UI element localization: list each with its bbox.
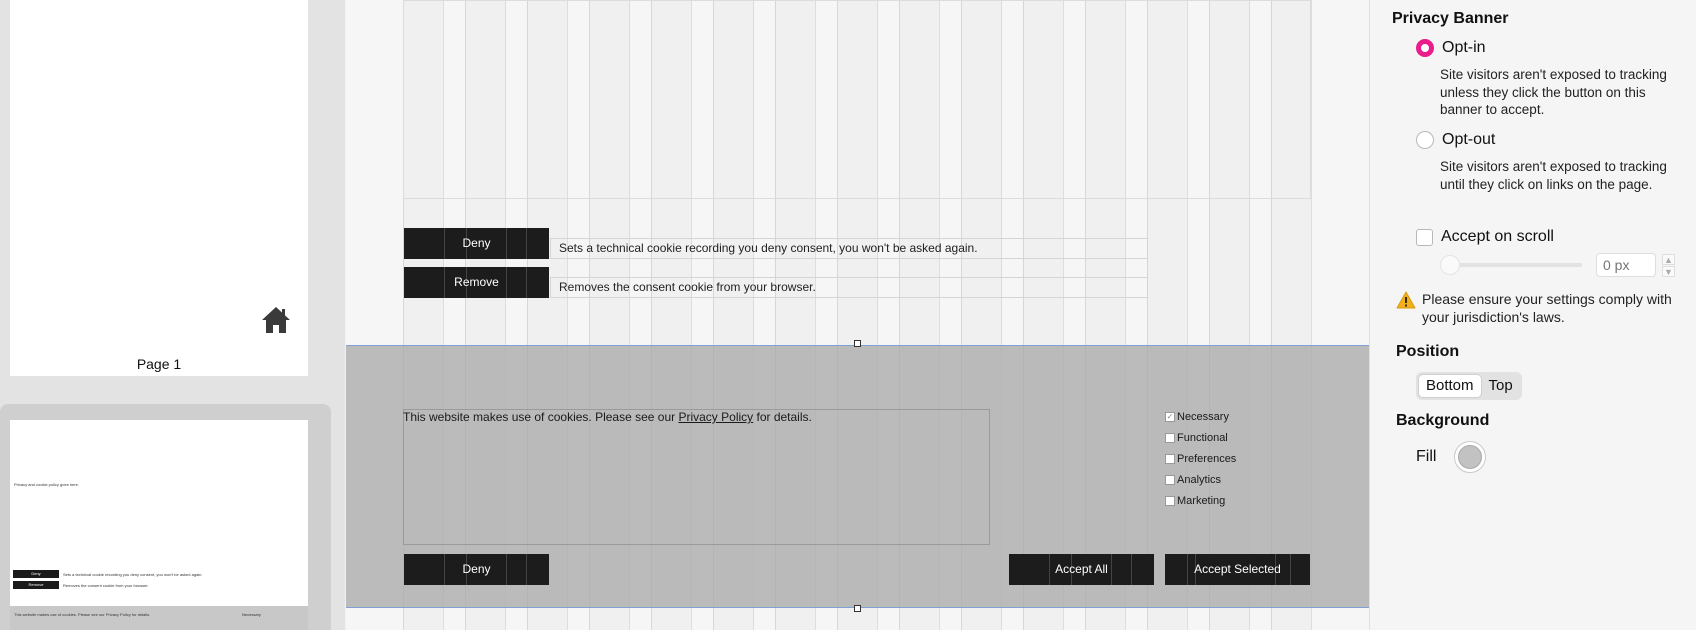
page-thumbnail-1[interactable] [10, 0, 308, 376]
mini-banner-category: Necessary [242, 612, 261, 617]
banner-text-after: for details. [753, 410, 812, 424]
privacy-policy-link[interactable]: Privacy Policy [678, 410, 753, 424]
accept-on-scroll-option[interactable]: Accept on scroll [1416, 228, 1554, 246]
scroll-distance-slider-track[interactable] [1442, 263, 1582, 267]
editor-canvas[interactable]: Deny Sets a technical cookie recording y… [346, 0, 1369, 630]
opt-out-option[interactable]: Opt-out [1416, 131, 1495, 149]
checkbox-marketing[interactable] [1165, 496, 1175, 506]
inspector-panel: Privacy Banner Opt-in Site visitors aren… [1369, 0, 1696, 630]
deny-button-label: Deny [462, 236, 491, 250]
accept-all-label: Accept All [1055, 562, 1108, 576]
opt-in-radio[interactable] [1416, 39, 1434, 57]
scroll-distance-slider-thumb[interactable] [1440, 255, 1460, 275]
accept-selected-button[interactable]: Accept Selected [1165, 554, 1310, 585]
checkbox-preferences[interactable] [1165, 454, 1175, 464]
deny-button[interactable]: Deny [404, 228, 549, 259]
category-functional[interactable]: Functional [1165, 430, 1228, 446]
category-label: Analytics [1177, 474, 1222, 486]
content-area[interactable] [403, 0, 1311, 199]
page-1-label: Page 1 [136, 356, 182, 372]
accept-selected-label: Accept Selected [1194, 562, 1281, 576]
stepper-down-icon[interactable]: ▼ [1662, 266, 1675, 277]
category-marketing[interactable]: Marketing [1165, 493, 1225, 509]
position-segmented-control[interactable]: Bottom Top [1416, 372, 1522, 400]
position-bottom-button[interactable]: Bottom [1418, 374, 1482, 398]
opt-in-option[interactable]: Opt-in [1416, 39, 1486, 57]
opt-out-label: Opt-out [1442, 131, 1496, 148]
opt-in-label: Opt-in [1442, 39, 1486, 56]
scroll-distance-input[interactable] [1596, 253, 1656, 277]
page-thumbnail-2[interactable]: Privacy and cookie policy goes here. Den… [10, 420, 308, 630]
mini-remove-button: Remove [13, 581, 59, 589]
privacy-banner-heading: Privacy Banner [1392, 10, 1509, 27]
category-analytics[interactable]: Analytics [1165, 472, 1221, 488]
category-preferences[interactable]: Preferences [1165, 451, 1236, 467]
category-label: Functional [1177, 432, 1228, 444]
warning-icon [1396, 291, 1416, 309]
checkbox-analytics[interactable] [1165, 475, 1175, 485]
opt-out-radio[interactable] [1416, 131, 1434, 149]
remove-description: Removes the consent cookie from your bro… [550, 277, 1148, 298]
compliance-warning: Please ensure your settings comply with … [1422, 291, 1672, 325]
pages-panel: Page 1 Privacy and cookie policy goes he… [0, 0, 345, 630]
category-label: Marketing [1177, 495, 1226, 507]
deny-description: Sets a technical cookie recording you de… [550, 238, 1148, 259]
opt-in-help: Site visitors aren't exposed to tracking… [1440, 67, 1667, 117]
accept-on-scroll-label: Accept on scroll [1441, 228, 1554, 245]
banner-text-box[interactable] [403, 409, 990, 545]
banner-deny-button[interactable]: Deny [404, 554, 549, 585]
checkbox-functional[interactable] [1165, 433, 1175, 443]
mini-policy-text: Privacy and cookie policy goes here. [14, 482, 79, 487]
position-heading: Position [1396, 343, 1460, 360]
background-heading: Background [1396, 412, 1490, 429]
mini-banner-text: This website makes use of cookies. Pleas… [14, 612, 151, 617]
mini-deny-desc: Sets a technical cookie recording you de… [63, 572, 203, 577]
category-label: Necessary [1177, 411, 1229, 423]
fill-color-inner [1458, 445, 1482, 469]
resize-handle-top[interactable] [854, 340, 861, 347]
resize-handle-bottom[interactable] [854, 605, 861, 612]
accept-all-button[interactable]: Accept All [1009, 554, 1154, 585]
remove-button-label: Remove [454, 275, 499, 289]
mini-banner: This website makes use of cookies. Pleas… [10, 606, 308, 630]
accept-on-scroll-checkbox[interactable] [1416, 228, 1433, 246]
banner-text: This website makes use of cookies. Pleas… [403, 410, 812, 424]
stepper-up-icon[interactable]: ▲ [1662, 254, 1675, 265]
mini-deny-button: Deny [13, 570, 59, 578]
position-top-button[interactable]: Top [1482, 374, 1520, 398]
fill-color-swatch[interactable] [1454, 441, 1486, 473]
privacy-banner[interactable]: This website makes use of cookies. Pleas… [346, 345, 1369, 608]
home-icon [262, 307, 290, 333]
banner-text-before: This website makes use of cookies. Pleas… [403, 410, 679, 424]
category-label: Preferences [1177, 453, 1237, 465]
remove-button[interactable]: Remove [404, 267, 549, 298]
checkbox-necessary[interactable]: ✓ [1165, 412, 1175, 422]
category-necessary[interactable]: ✓ Necessary [1165, 409, 1229, 425]
mini-remove-desc: Removes the consent cookie from your bro… [63, 583, 149, 588]
fill-label: Fill [1416, 448, 1437, 465]
opt-out-help: Site visitors aren't exposed to tracking… [1440, 159, 1667, 192]
banner-deny-label: Deny [462, 562, 491, 576]
